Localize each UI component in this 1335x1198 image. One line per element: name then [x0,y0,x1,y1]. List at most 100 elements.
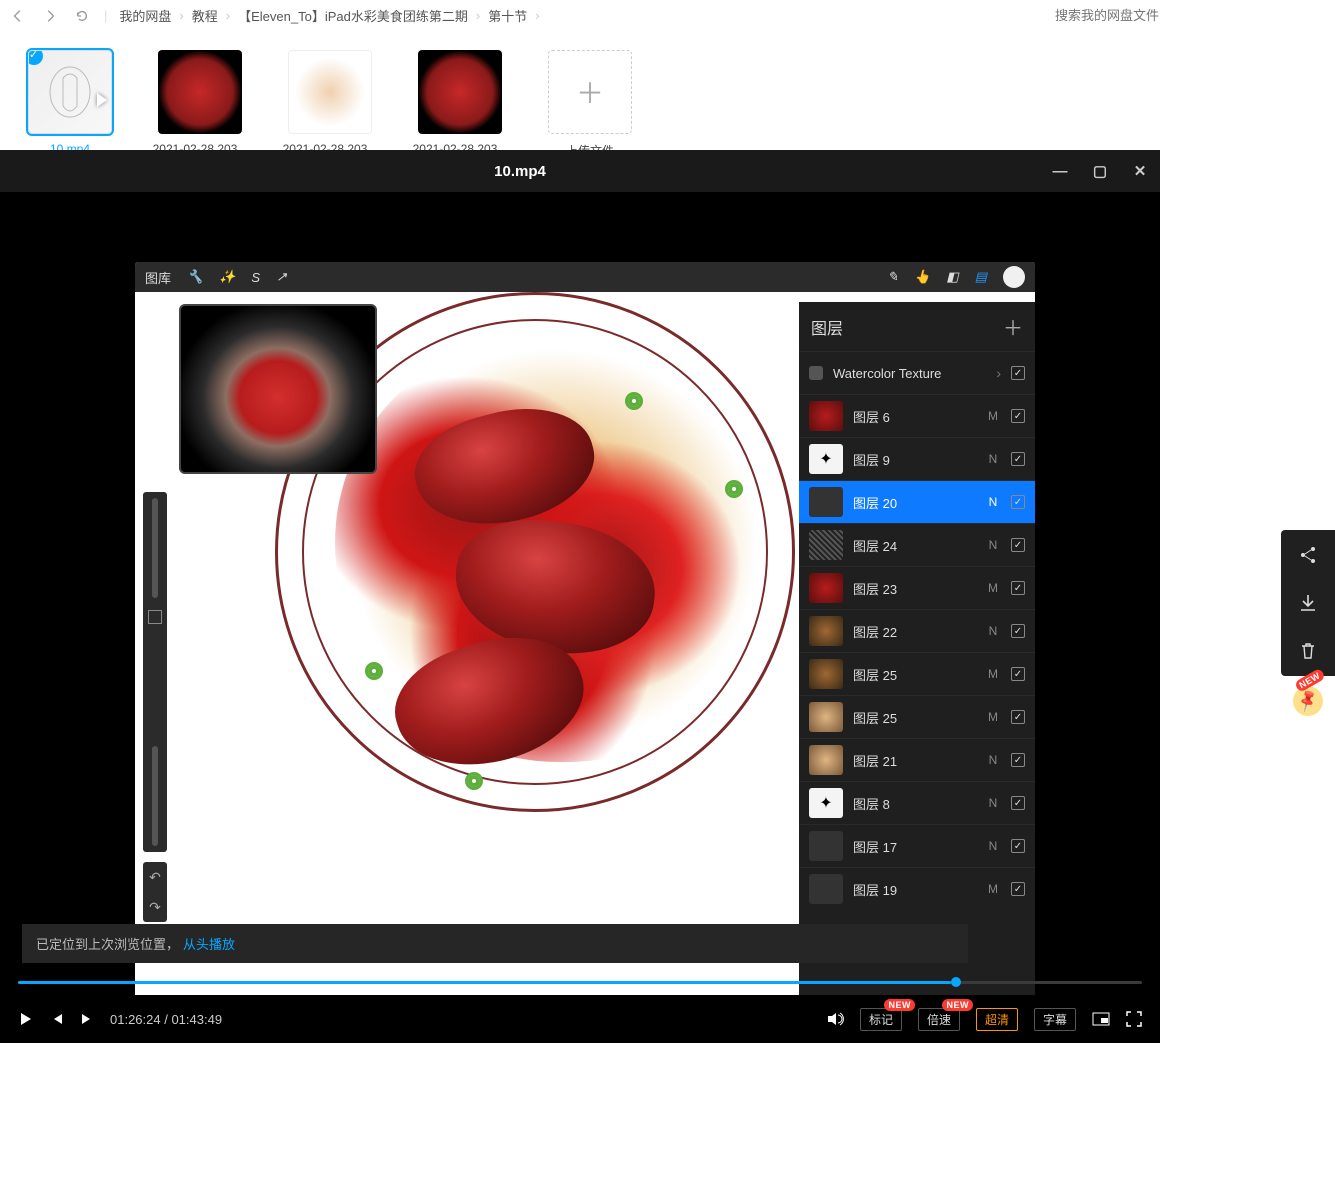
layer-visibility-checkbox[interactable] [1011,667,1025,681]
layer-row[interactable]: ✦图层 9N [799,437,1035,480]
layer-blend-mode[interactable]: M [985,710,1001,724]
layer-thumb [809,745,843,775]
crumb-3[interactable]: 第十节 [488,6,527,25]
nav-reload-button[interactable] [72,6,92,26]
nav-back-button[interactable] [8,6,28,26]
progress-bar[interactable] [0,969,1160,995]
file-item-image[interactable]: 2021-02-28 203... [410,50,510,159]
file-item-image[interactable]: 2021-02-28 203... [280,50,380,159]
layer-blend-mode[interactable]: M [985,667,1001,681]
layer-blend-mode[interactable]: N [985,753,1001,767]
layer-row[interactable]: 图层 25M [799,652,1035,695]
layer-visibility-checkbox[interactable] [1011,409,1025,423]
layer-blend-mode[interactable]: N [985,796,1001,810]
maximize-button[interactable]: ▢ [1080,150,1120,192]
selected-check-icon [28,50,43,65]
progress-track[interactable] [18,981,1142,984]
close-button[interactable]: ✕ [1120,150,1160,192]
layer-visibility-checkbox[interactable] [1011,624,1025,638]
layer-blend-mode[interactable]: M [985,581,1001,595]
add-layer-button[interactable]: ＋ [1003,312,1023,341]
select-icon[interactable]: S [251,270,260,285]
procreate-sidebar[interactable] [143,492,167,852]
layer-visibility-checkbox[interactable] [1011,796,1025,810]
eraser-icon[interactable]: ◧ [946,269,958,285]
layer-row[interactable]: 图层 20N [799,480,1035,523]
search-box[interactable] [1047,5,1327,26]
gallery-button[interactable]: 图库 [145,268,171,287]
nav-forward-button[interactable] [40,6,60,26]
layer-visibility-checkbox[interactable] [1011,710,1025,724]
layer-row[interactable]: 图层 21N [799,738,1035,781]
layer-row[interactable]: 图层 22N [799,609,1035,652]
layer-row[interactable]: 图层 6M [799,394,1035,437]
prev-button[interactable] [50,1012,64,1026]
layer-name: 图层 24 [853,536,975,555]
download-icon[interactable] [1297,592,1319,614]
search-input[interactable] [1055,8,1319,23]
layer-blend-mode[interactable]: N [985,452,1001,466]
fullscreen-button[interactable] [1126,1011,1142,1027]
brush-size-slider[interactable] [152,498,158,598]
layer-blend-mode[interactable]: N [985,538,1001,552]
layer-blend-mode[interactable]: N [985,839,1001,853]
crumb-root[interactable]: 我的网盘 [119,6,171,25]
layer-row[interactable]: 图层 23M [799,566,1035,609]
reference-image[interactable] [179,304,377,474]
layer-visibility-checkbox[interactable] [1011,581,1025,595]
subtitle-button[interactable]: 字幕 [1034,1008,1076,1031]
layer-visibility-checkbox[interactable] [1011,882,1025,896]
file-item-video[interactable]: 10.mp4 [20,50,120,159]
player-title: 10.mp4 [494,163,546,180]
time-display: 01:26:24 / 01:43:49 [110,1012,222,1027]
redo-button[interactable]: ↷ [149,899,161,916]
modify-button[interactable] [148,610,162,624]
layer-row[interactable]: Watercolor Texture› [799,351,1035,394]
next-button[interactable] [80,1012,94,1026]
layer-blend-mode[interactable]: N [985,495,1001,509]
crumb-1[interactable]: 教程 [192,6,218,25]
layer-visibility-checkbox[interactable] [1011,495,1025,509]
layer-row[interactable]: ✦图层 8N [799,781,1035,824]
share-icon[interactable] [1297,544,1319,566]
layer-thumb: ✦ [809,788,843,818]
play-button[interactable] [18,1011,34,1027]
layer-visibility-checkbox[interactable] [1011,839,1025,853]
volume-button[interactable] [826,1010,844,1028]
wand-icon[interactable]: ✨ [219,269,235,285]
layer-row[interactable]: 图层 25M [799,695,1035,738]
layer-visibility-checkbox[interactable] [1011,366,1025,380]
layer-row[interactable]: 图层 17N [799,824,1035,867]
color-icon[interactable] [1003,266,1025,288]
mark-button[interactable]: 标记NEW [860,1008,902,1031]
layers-panel-title: 图层 [811,315,843,339]
progress-knob[interactable] [951,977,961,987]
layer-row[interactable]: 图层 24 N [799,523,1035,566]
brush-icon[interactable]: ✎ [887,269,898,285]
layer-blend-mode[interactable]: N [985,624,1001,638]
page-gutter: 📌 NEW [1160,150,1335,1043]
quality-button[interactable]: 超清 [976,1008,1018,1031]
restart-link[interactable]: 从头播放 [183,934,235,953]
arrow-icon[interactable]: ↗ [276,269,287,285]
pip-button[interactable] [1092,1012,1110,1026]
opacity-slider[interactable] [152,746,158,846]
upload-button[interactable]: ＋ 上传文件 [540,50,640,159]
layer-visibility-checkbox[interactable] [1011,452,1025,466]
layer-blend-mode[interactable]: M [985,409,1001,423]
layer-row[interactable]: 图层 19M [799,867,1035,910]
layer-visibility-checkbox[interactable] [1011,753,1025,767]
wrench-icon[interactable]: 🔧 [187,269,203,285]
speed-button[interactable]: 倍速NEW [918,1008,960,1031]
crumb-2[interactable]: 【Eleven_To】iPad水彩美食团练第二期 [238,6,468,25]
layers-icon[interactable]: ▤ [975,269,987,285]
file-item-image[interactable]: 2021-02-28 203... [150,50,250,159]
layer-blend-mode[interactable]: M [985,882,1001,896]
pin-button[interactable]: 📌 NEW [1288,681,1329,722]
trash-icon[interactable] [1297,640,1319,662]
chevron-right-icon[interactable]: › [996,365,1001,381]
file-strip: 10.mp4 2021-02-28 203... 2021-02-28 203.… [0,32,1335,169]
undo-button[interactable]: ↶ [149,869,161,886]
layer-visibility-checkbox[interactable] [1011,538,1025,552]
minimize-button[interactable]: — [1040,150,1080,192]
